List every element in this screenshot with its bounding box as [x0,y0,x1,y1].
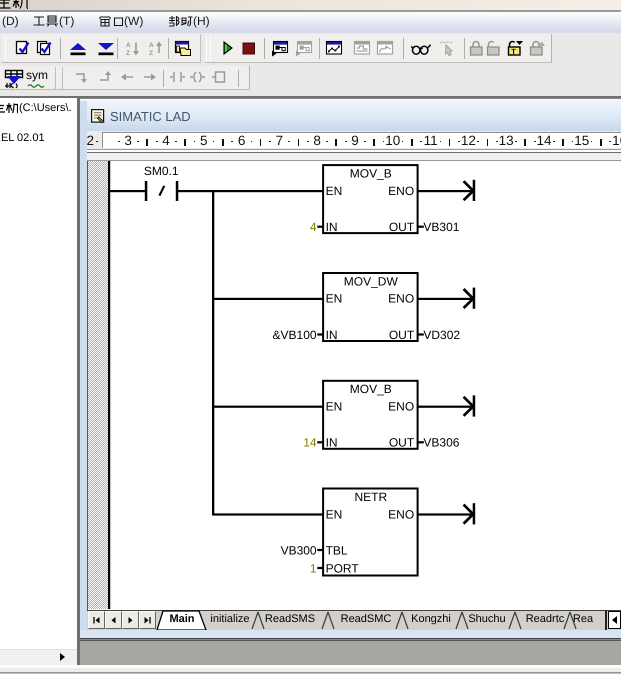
svg-text:OUT: OUT [389,328,415,342]
svg-text:TBL: TBL [326,543,348,557]
svg-text:OUT: OUT [389,436,415,450]
svg-text:4: 4 [310,220,317,234]
svg-text:ENO: ENO [388,507,414,521]
svg-text:EN: EN [326,184,343,198]
svg-text:ENO: ENO [388,400,414,414]
svg-text:PORT: PORT [326,561,360,575]
svg-text:OUT: OUT [389,220,415,234]
svg-text:IN: IN [326,328,338,342]
svg-text:IN: IN [326,220,338,234]
svg-text:VB306: VB306 [423,436,459,450]
svg-text:14: 14 [303,436,317,450]
svg-text:1: 1 [310,561,317,575]
svg-text:VD302: VD302 [423,328,460,342]
svg-text:ENO: ENO [388,184,414,198]
svg-text:SM0.1: SM0.1 [144,164,179,178]
svg-text:MOV_B: MOV_B [350,167,392,181]
svg-text:VB300: VB300 [281,543,317,557]
svg-text:MOV_B: MOV_B [350,382,392,396]
svg-text:EN: EN [326,292,343,306]
svg-text:&VB100: &VB100 [273,328,317,342]
svg-text:ENO: ENO [388,292,414,306]
svg-text:MOV_DW: MOV_DW [344,274,399,288]
svg-text:EN: EN [326,507,343,521]
svg-text:EN: EN [326,400,343,414]
svg-text:IN: IN [326,436,338,450]
svg-text:VB301: VB301 [423,220,459,234]
svg-text:NETR: NETR [354,490,387,504]
